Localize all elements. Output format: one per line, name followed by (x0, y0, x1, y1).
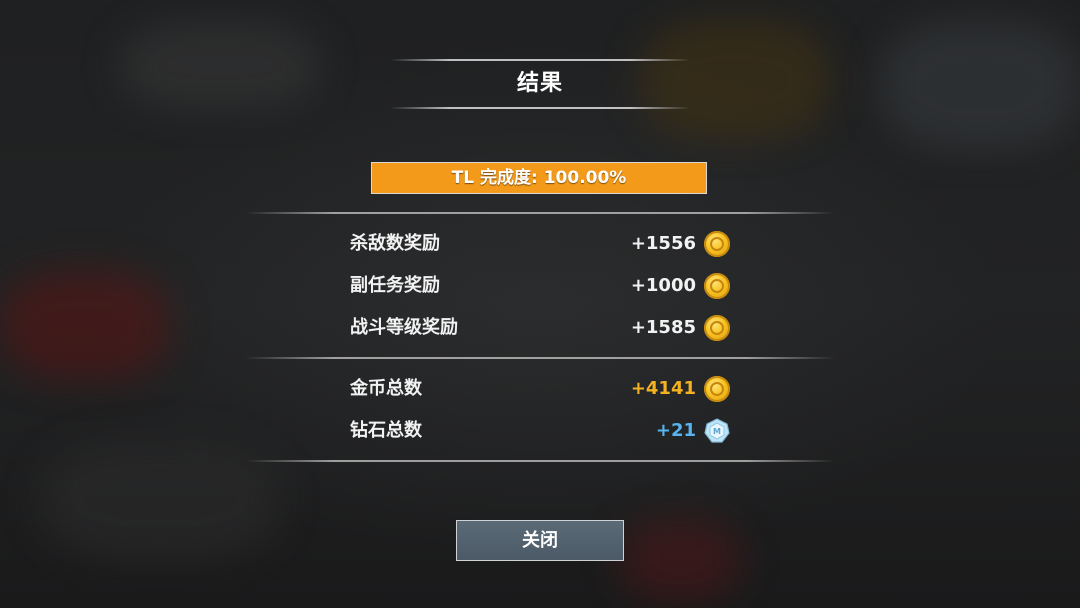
completion-progress-bar: TL 完成度: 100.00% (371, 162, 707, 194)
total-row-diamond: 钻石总数 +21 M (350, 416, 732, 446)
background-blur (0, 270, 170, 380)
svg-text:M: M (713, 427, 721, 436)
total-value: +21 (655, 420, 696, 441)
result-title: 结果 (516, 71, 563, 96)
section-divider (245, 357, 835, 359)
reward-row-kills: 杀敌数奖励 +1556 (350, 229, 732, 259)
background-blur (880, 20, 1080, 150)
title-bottom-divider (390, 107, 690, 109)
total-value: +4141 (630, 378, 696, 399)
reward-label: 副任务奖励 (350, 275, 440, 296)
total-row-gold: 金币总数 +4141 (350, 374, 732, 404)
background-blur (120, 20, 320, 110)
background-blur (40, 440, 280, 560)
reward-value: +1000 (630, 275, 696, 296)
reward-label: 战斗等级奖励 (350, 317, 458, 338)
gold-coin-icon (704, 273, 730, 299)
diamond-icon: M (704, 418, 730, 443)
game-result-screen: 结果 TL 完成度: 100.00% 杀敌数奖励 +1556 副任务奖励 +10… (0, 0, 1080, 608)
section-divider (245, 460, 835, 462)
section-divider (245, 212, 835, 214)
close-button[interactable]: 关闭 (456, 520, 624, 561)
total-label: 钻石总数 (350, 420, 422, 441)
reward-row-side-mission: 副任务奖励 +1000 (350, 271, 732, 301)
gold-coin-icon (704, 231, 730, 257)
total-label: 金币总数 (350, 378, 422, 399)
reward-value: +1585 (630, 317, 696, 338)
reward-value: +1556 (630, 233, 696, 254)
gold-coin-icon (704, 315, 730, 341)
gold-coin-icon (704, 376, 730, 402)
title-top-divider (390, 59, 690, 61)
reward-row-battle-level: 战斗等级奖励 +1585 (350, 313, 732, 343)
completion-label: TL 完成度: 100.00% (451, 168, 627, 188)
background-blur (620, 520, 740, 600)
reward-label: 杀敌数奖励 (350, 233, 440, 254)
